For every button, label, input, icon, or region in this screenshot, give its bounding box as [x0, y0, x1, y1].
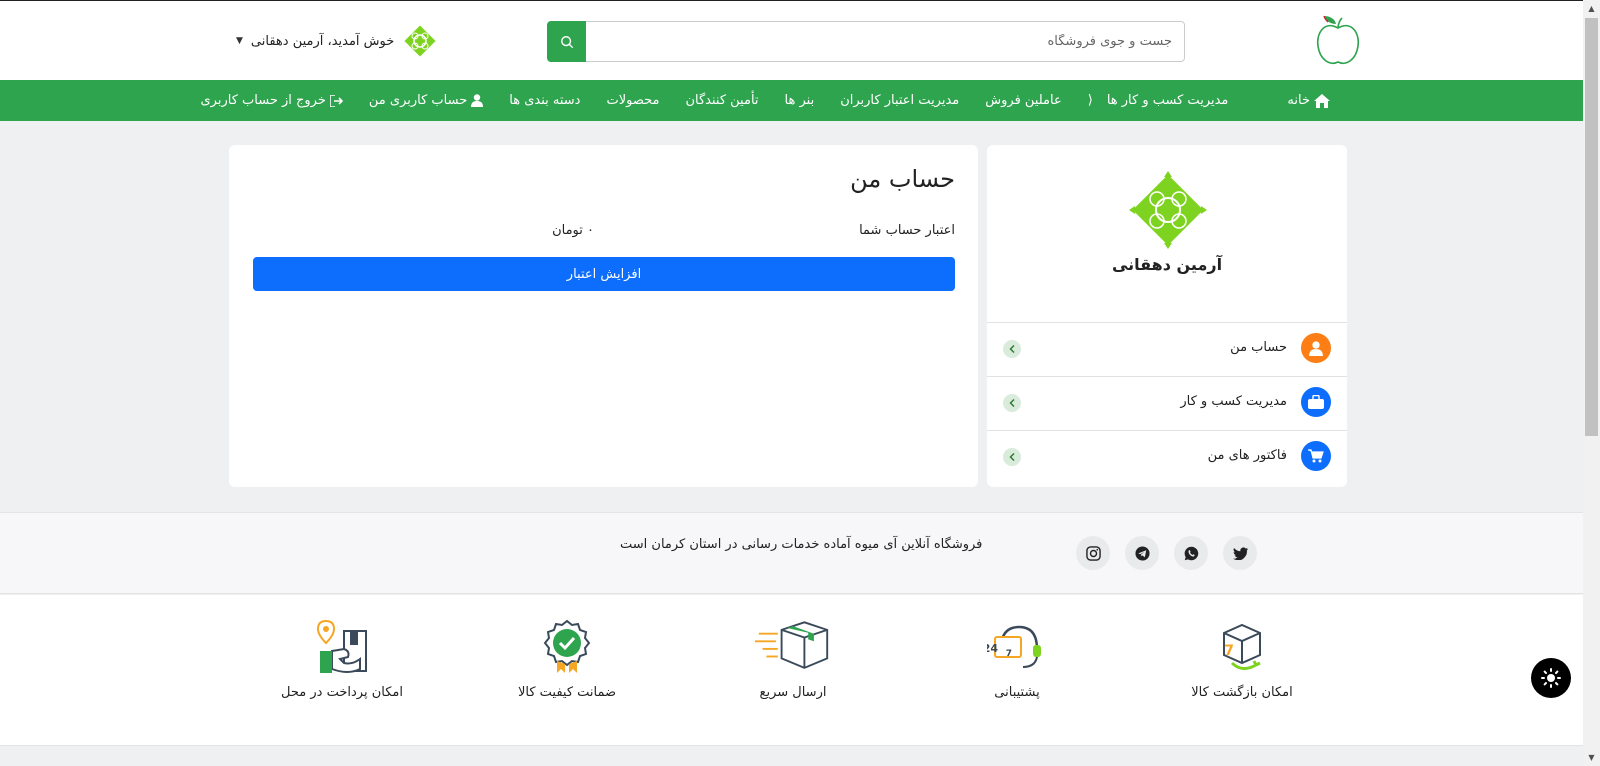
menu-icon-circle [1301, 441, 1331, 471]
feature-label: ضمانت کیفیت کالا [517, 685, 617, 700]
quality-badge-icon [543, 619, 591, 673]
feature-label: ارسال سریع [759, 685, 827, 700]
header: خوش آمدید، آرمین دهقانی ▼ [0, 0, 1583, 80]
search-icon [560, 35, 573, 48]
chevron-left-icon [1003, 340, 1021, 358]
nav-item-products[interactable]: محصولات [593, 80, 672, 121]
feature-quality: ضمانت کیفیت کالا [497, 619, 637, 703]
apple-logo-icon[interactable] [1314, 14, 1362, 68]
nav-item-banners[interactable]: بنر ها [772, 80, 828, 121]
chevron-left-icon [1003, 448, 1021, 466]
sidebar-item-label: فاکتور های من [1207, 448, 1287, 463]
footer-top: فروشگاه آنلاین آی میوه آماده خدمات رسانی… [0, 512, 1583, 594]
profile-avatar [1129, 171, 1207, 249]
instagram-icon[interactable] [1076, 536, 1110, 570]
feature-fast-delivery: ارسال سریع [723, 619, 863, 703]
nav-item-user-credit-management[interactable]: مدیریت اعتبار کاربران [827, 80, 972, 121]
feature-pay-on-delivery: امکان پرداخت در محل [272, 619, 412, 703]
svg-text:7: 7 [1006, 649, 1012, 659]
theme-toggle-button[interactable] [1531, 658, 1571, 698]
support-24-7-icon: 24 7 [987, 625, 1041, 668]
footer-tagline: فروشگاه آنلاین آی میوه آماده خدمات رسانی… [620, 537, 983, 552]
svg-text:24: 24 [987, 642, 998, 655]
briefcase-icon [1308, 395, 1324, 409]
search-bar [547, 21, 1185, 62]
profile-header: آرمین دهقانی [987, 145, 1347, 323]
nav-item-label: خانه [1287, 93, 1310, 108]
page: خوش آمدید، آرمین دهقانی ▼ خانه مدیریت کس… [0, 0, 1583, 766]
fast-delivery-icon [755, 621, 829, 669]
pay-on-delivery-icon [316, 619, 367, 673]
menu-icon-circle [1301, 333, 1331, 363]
user-menu-dropdown[interactable]: خوش آمدید، آرمین دهقانی ▼ [236, 23, 438, 59]
profile-name: آرمین دهقانی [1111, 255, 1223, 274]
scrollbar-thumb[interactable] [1585, 18, 1598, 436]
nav-item-label: بنر ها [784, 93, 815, 108]
nav-item-sales-agents[interactable]: عاملین فروش [972, 80, 1074, 121]
logout-icon [329, 94, 343, 107]
sidebar-item-my-account[interactable]: حساب من [987, 323, 1347, 377]
svg-text:7: 7 [1224, 643, 1234, 659]
scroll-up-arrow[interactable]: ▲ [1583, 0, 1600, 17]
feature-support: 24 7 پشتیبانی [947, 619, 1087, 703]
nav-item-label: دسته بندی ها [509, 93, 581, 108]
nav-item-categories[interactable]: دسته بندی ها [496, 80, 593, 121]
credit-label: اعتبار حساب شما [859, 223, 955, 238]
chevron-down-icon: ⟨ [1087, 93, 1093, 108]
credit-value: ۰ تومان [552, 223, 594, 238]
account-card: حساب من اعتبار حساب شما ۰ تومان افزایش ا… [229, 145, 978, 487]
profile-sidebar: آرمین دهقانی حساب من مدیریت کسب و کار فا… [987, 145, 1347, 487]
scroll-down-arrow[interactable]: ▼ [1583, 749, 1600, 766]
whatsapp-icon[interactable] [1174, 536, 1208, 570]
nav-item-label: تأمین کنندگان [685, 93, 759, 108]
search-input[interactable] [586, 21, 1185, 62]
avatar [404, 25, 436, 57]
page-title: حساب من [850, 165, 955, 193]
sidebar-item-business-management[interactable]: مدیریت کسب و کار [987, 377, 1347, 431]
nav-item-label: خروج از حساب کاربری [200, 93, 326, 108]
main-nav: خانه مدیریت کسب و کار ها ⟨ عاملین فروش م… [0, 80, 1583, 121]
cart-icon [1308, 449, 1324, 463]
return-box-icon: 7 [1223, 623, 1261, 670]
nav-item-label: مدیریت کسب و کار ها [1106, 93, 1229, 108]
home-icon [1314, 93, 1330, 108]
nav-item-label: حساب کاربری من [368, 93, 468, 108]
user-icon [471, 94, 484, 107]
nav-item-home[interactable]: خانه [1274, 80, 1343, 121]
increase-credit-button[interactable]: افزایش اعتبار [253, 257, 955, 291]
telegram-icon[interactable] [1125, 536, 1159, 570]
nav-item-label: مدیریت اعتبار کاربران [840, 93, 960, 108]
sidebar-item-label: حساب من [1230, 340, 1287, 355]
sidebar-item-my-invoices[interactable]: فاکتور های من [987, 431, 1347, 485]
nav-list: خانه مدیریت کسب و کار ها ⟨ عاملین فروش م… [188, 80, 1344, 121]
chevron-left-icon [1003, 394, 1021, 412]
search-button[interactable] [547, 21, 586, 62]
twitter-icon[interactable] [1223, 536, 1257, 570]
social-links [1076, 536, 1257, 570]
nav-item-suppliers[interactable]: تأمین کنندگان [672, 80, 771, 121]
feature-return: 7 امکان بازگشت کالا [1172, 619, 1312, 703]
menu-icon-circle [1301, 387, 1331, 417]
feature-label: پشتیبانی [994, 685, 1040, 700]
nav-item-label: عاملین فروش [985, 93, 1062, 108]
feature-label: امکان بازگشت کالا [1191, 685, 1293, 700]
footer-features: 7 امکان بازگشت کالا 24 7 پشتیبانی [0, 595, 1583, 746]
page-scrollbar[interactable]: ▲ ▼ [1583, 0, 1600, 766]
caret-down-icon: ▼ [236, 36, 243, 46]
nav-item-business-management[interactable]: مدیریت کسب و کار ها ⟨ [1075, 80, 1275, 121]
feature-label: امکان پرداخت در محل [281, 685, 403, 700]
nav-item-label: محصولات [606, 93, 660, 108]
nav-item-my-account[interactable]: حساب کاربری من [356, 80, 496, 121]
nav-item-logout[interactable]: خروج از حساب کاربری [188, 80, 356, 121]
sidebar-item-label: مدیریت کسب و کار [1180, 394, 1287, 409]
sun-icon [1541, 668, 1561, 688]
welcome-text: خوش آمدید، آرمین دهقانی [250, 33, 395, 49]
user-icon [1309, 340, 1323, 356]
